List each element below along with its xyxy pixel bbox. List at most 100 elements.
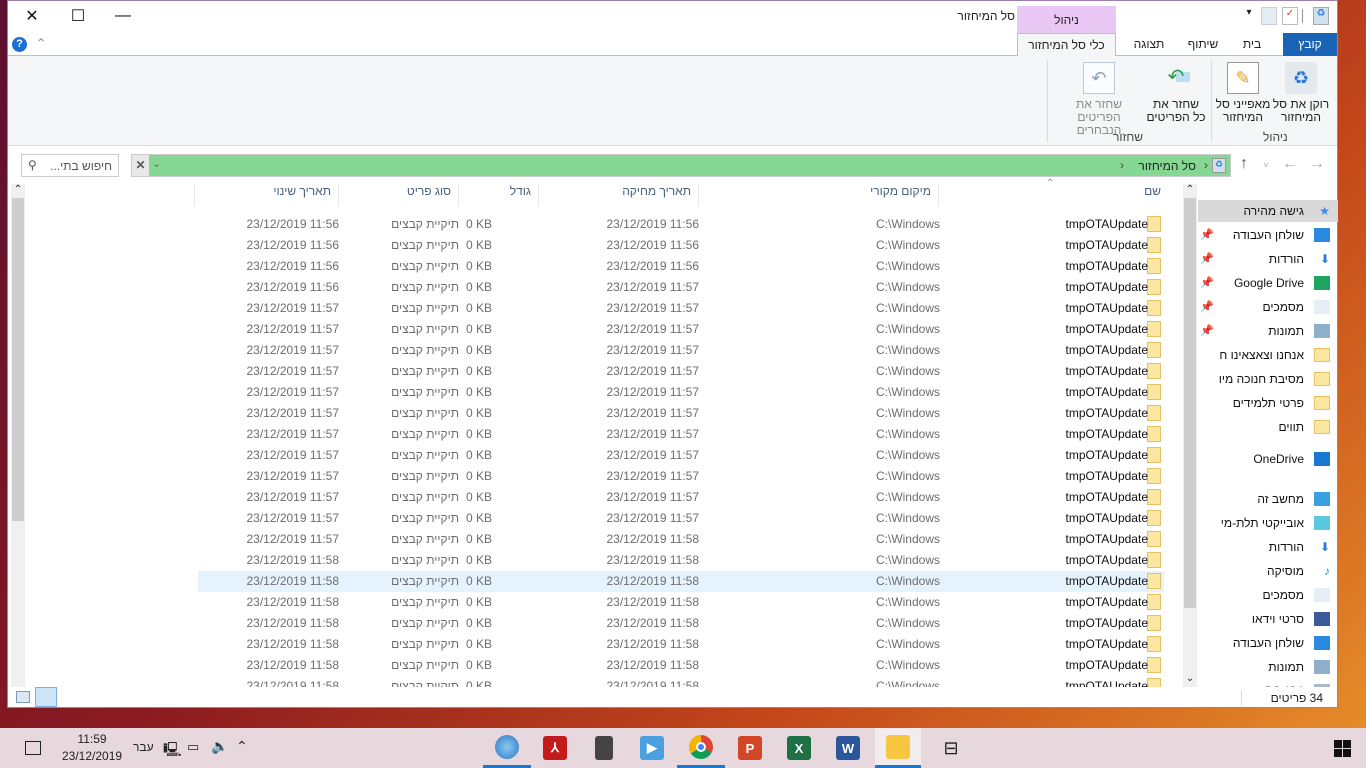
navigation-pane-scrollbar[interactable]: ⌃ ⌄ bbox=[1183, 184, 1197, 687]
table-row[interactable]: tmpOTAUpdate C:\Windows 23/12/2019 11:58 0 … bbox=[198, 613, 1164, 634]
sidebar-item[interactable]: ★ גישה מהירה bbox=[1198, 200, 1338, 222]
back-button[interactable]: ← bbox=[1280, 155, 1300, 173]
task-view-button[interactable]: ⊟ bbox=[927, 728, 975, 768]
taskbar-app-browser[interactable] bbox=[483, 728, 531, 768]
table-row[interactable]: tmpOTAUpdate C:\Windows 23/12/2019 11:57 0 … bbox=[198, 382, 1164, 403]
taskbar-app-acrobat[interactable]: ⅄ bbox=[531, 728, 579, 768]
details-view-icon[interactable] bbox=[16, 691, 30, 703]
clear-address-icon[interactable]: ✕ bbox=[132, 155, 149, 176]
search-input[interactable]: חיפוש בתי... ⚲ bbox=[21, 154, 119, 177]
list-view-icon[interactable] bbox=[35, 687, 57, 707]
taskbar-app-file-explorer[interactable] bbox=[875, 728, 921, 768]
table-row[interactable]: tmpOTAUpdate C:\Windows 23/12/2019 11:58 0 … bbox=[198, 676, 1164, 687]
empty-recycle-bin-button[interactable]: ♻ רוקן את סל המיחזור bbox=[1268, 62, 1334, 124]
recent-locations-button[interactable]: ˅ bbox=[1256, 160, 1276, 170]
sidebar-item[interactable]: ⬇ הורדות bbox=[1198, 536, 1338, 558]
column-header-type[interactable]: סוג פריט bbox=[407, 184, 451, 208]
column-divider[interactable] bbox=[698, 184, 699, 206]
column-divider[interactable] bbox=[194, 184, 195, 206]
help-icon[interactable]: ? bbox=[12, 37, 27, 52]
taskbar-app-calculator[interactable] bbox=[580, 728, 628, 768]
table-row[interactable]: tmpOTAUpdate C:\Windows 23/12/2019 11:57 0 … bbox=[198, 445, 1164, 466]
table-row[interactable]: tmpOTAUpdate C:\Windows 23/12/2019 11:57 0 … bbox=[198, 424, 1164, 445]
sidebar-item[interactable]: מסיבת חנוכה מיו bbox=[1198, 368, 1338, 390]
sidebar-item[interactable]: OS (C:) bbox=[1198, 680, 1338, 687]
up-button[interactable]: ↑ bbox=[1234, 155, 1254, 173]
sidebar-item[interactable]: פרטי תלמידים bbox=[1198, 392, 1338, 414]
scroll-up-arrow[interactable]: ⌃ bbox=[1183, 184, 1197, 198]
breadcrumb-recycle-bin[interactable]: סל המיחזור bbox=[1138, 159, 1196, 173]
start-button[interactable] bbox=[1318, 728, 1366, 768]
column-divider[interactable] bbox=[458, 184, 459, 206]
sidebar-item[interactable]: תמונות 📌 bbox=[1198, 320, 1338, 342]
sidebar-item[interactable]: תמונות bbox=[1198, 656, 1338, 678]
table-row[interactable]: tmpOTAUpdate C:\Windows 23/12/2019 11:58 0 … bbox=[198, 571, 1164, 592]
show-hidden-icons-button[interactable]: ⌃ bbox=[236, 738, 248, 755]
recycle-bin-properties-button[interactable]: ✎ מאפייני סל המיחזור bbox=[1211, 62, 1275, 124]
scroll-down-arrow[interactable]: ⌄ bbox=[1183, 673, 1197, 687]
table-row[interactable]: tmpOTAUpdate C:\Windows 23/12/2019 11:56 0 … bbox=[198, 256, 1164, 277]
address-dropdown-icon[interactable]: ⌄ bbox=[152, 157, 161, 170]
table-row[interactable]: tmpOTAUpdate C:\Windows 23/12/2019 11:57 0 … bbox=[198, 298, 1164, 319]
table-row[interactable]: tmpOTAUpdate C:\Windows 23/12/2019 11:58 0 … bbox=[198, 529, 1164, 550]
close-button[interactable]: ✕ bbox=[9, 1, 55, 31]
table-row[interactable]: tmpOTAUpdate C:\Windows 23/12/2019 11:58 0 … bbox=[198, 592, 1164, 613]
table-row[interactable]: tmpOTAUpdate C:\Windows 23/12/2019 11:57 0 … bbox=[198, 319, 1164, 340]
sidebar-item[interactable]: OneDrive bbox=[1198, 448, 1338, 470]
customize-toolbar-icon[interactable]: ▾ bbox=[1241, 7, 1257, 25]
clock[interactable]: 11:59 23/12/2019 bbox=[62, 731, 122, 765]
taskbar-app-excel[interactable]: X bbox=[775, 728, 823, 768]
column-divider[interactable] bbox=[538, 184, 539, 206]
collapse-ribbon-icon[interactable]: ⌃ bbox=[36, 36, 46, 50]
table-row[interactable]: tmpOTAUpdate C:\Windows 23/12/2019 11:57 0 … bbox=[198, 466, 1164, 487]
table-row[interactable]: tmpOTAUpdate C:\Windows 23/12/2019 11:57 0 … bbox=[198, 508, 1164, 529]
battery-icon[interactable]: ▭ bbox=[187, 739, 199, 755]
sidebar-item[interactable]: סרטי וידאו bbox=[1198, 608, 1338, 630]
breadcrumb-chevron-icon[interactable]: › bbox=[1120, 158, 1124, 172]
address-bar[interactable]: ✕ ⌄ ♻ › סל המיחזור › bbox=[131, 154, 1231, 177]
table-row[interactable]: tmpOTAUpdate C:\Windows 23/12/2019 11:58 0 … bbox=[198, 550, 1164, 571]
sidebar-item[interactable]: שולחן העבודה bbox=[1198, 632, 1338, 654]
new-folder-icon[interactable] bbox=[1261, 7, 1277, 25]
taskbar-app-powerpoint[interactable]: P bbox=[726, 728, 774, 768]
tab-view[interactable]: תצוגה bbox=[1123, 33, 1175, 56]
column-header-modified[interactable]: תאריך שינוי bbox=[273, 184, 331, 208]
tab-home[interactable]: בית bbox=[1230, 33, 1274, 56]
sidebar-item[interactable]: מחשב זה bbox=[1198, 488, 1338, 510]
column-header-deleted[interactable]: תאריך מחיקה bbox=[622, 184, 691, 208]
sidebar-item[interactable]: שולחן העבודה 📌 bbox=[1198, 224, 1338, 246]
action-center-icon[interactable] bbox=[9, 728, 57, 768]
forward-button[interactable]: → bbox=[1307, 155, 1327, 173]
breadcrumb-chevron-icon[interactable]: › bbox=[1204, 158, 1208, 172]
sidebar-item[interactable]: אנחנו וצאצאינו ח bbox=[1198, 344, 1338, 366]
column-header-name[interactable]: שם bbox=[1144, 184, 1161, 208]
table-row[interactable]: tmpOTAUpdate C:\Windows 23/12/2019 11:57 0 … bbox=[198, 277, 1164, 298]
sidebar-item[interactable]: מסמכים 📌 bbox=[1198, 296, 1338, 318]
minimize-button[interactable]: — bbox=[100, 1, 146, 31]
table-row[interactable]: tmpOTAUpdate C:\Windows 23/12/2019 11:57 0 … bbox=[198, 403, 1164, 424]
table-row[interactable]: tmpOTAUpdate C:\Windows 23/12/2019 11:57 0 … bbox=[198, 487, 1164, 508]
language-indicator[interactable]: עבר bbox=[133, 740, 154, 754]
volume-icon[interactable]: 🔈 bbox=[211, 738, 228, 755]
sidebar-item[interactable]: ♪ מוסיקה bbox=[1198, 560, 1338, 582]
column-divider[interactable] bbox=[938, 184, 939, 206]
sidebar-item[interactable]: אובייקטי תלת-מי bbox=[1198, 512, 1338, 534]
table-row[interactable]: tmpOTAUpdate C:\Windows 23/12/2019 11:57 0 … bbox=[198, 340, 1164, 361]
tab-file[interactable]: קובץ bbox=[1283, 33, 1337, 56]
table-row[interactable]: tmpOTAUpdate C:\Windows 23/12/2019 11:58 0 … bbox=[198, 634, 1164, 655]
restore-all-button[interactable]: ↶ שחזר את כל הפריטים bbox=[1143, 62, 1209, 124]
restore-selected-button[interactable]: ↶ שחזר את הפריטים הנבחרים bbox=[1053, 62, 1145, 137]
column-header-location[interactable]: מיקום מקורי bbox=[870, 184, 931, 208]
column-divider[interactable] bbox=[338, 184, 339, 206]
table-row[interactable]: tmpOTAUpdate C:\Windows 23/12/2019 11:58 0 … bbox=[198, 655, 1164, 676]
sidebar-item[interactable]: תווים bbox=[1198, 416, 1338, 438]
taskbar-app-media-player[interactable]: ▶ bbox=[628, 728, 676, 768]
taskbar-app-word[interactable]: W bbox=[824, 728, 872, 768]
network-icon[interactable]: 🖳 bbox=[163, 739, 182, 763]
scrollbar-thumb[interactable] bbox=[1184, 198, 1196, 608]
table-row[interactable]: tmpOTAUpdate C:\Windows 23/12/2019 11:57 0 … bbox=[198, 361, 1164, 382]
tab-recycle-bin-tools[interactable]: כלי סל המיחזור bbox=[1017, 33, 1116, 57]
table-row[interactable]: tmpOTAUpdate C:\Windows 23/12/2019 11:56 0 … bbox=[198, 235, 1164, 256]
column-header-size[interactable]: גודל bbox=[510, 184, 531, 208]
sidebar-item[interactable]: מסמכים bbox=[1198, 584, 1338, 606]
